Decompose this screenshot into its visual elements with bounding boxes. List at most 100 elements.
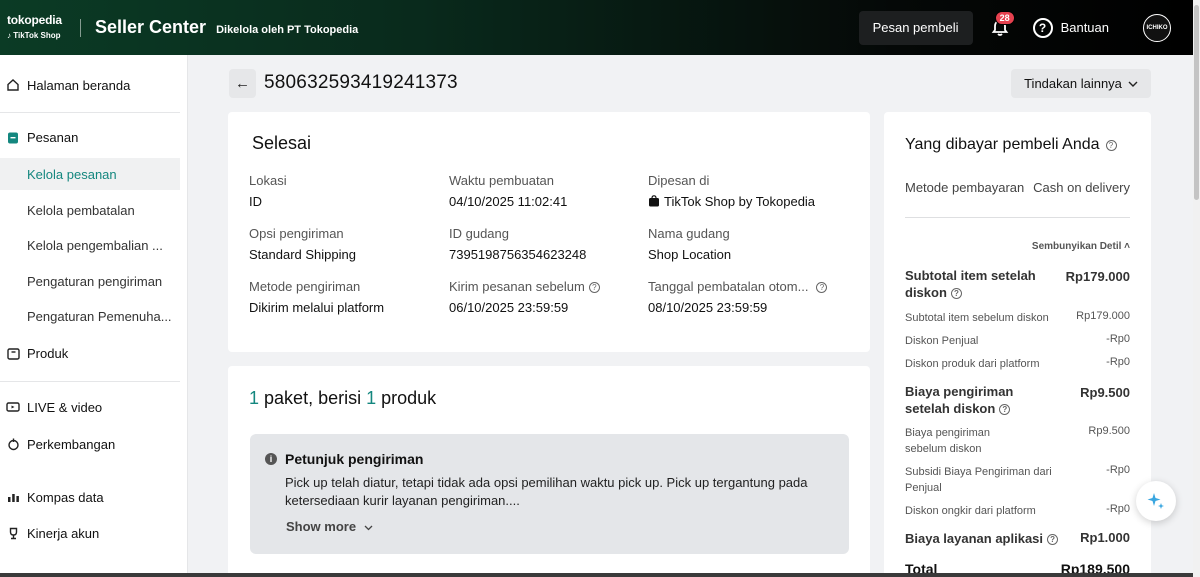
chevron-up-icon: ˄ xyxy=(1124,241,1130,252)
info-icon: i xyxy=(265,453,277,465)
shipping-after-discount-label: Biaya pengiriman setelah diskon? xyxy=(905,384,1014,416)
question-circle-icon[interactable]: ? xyxy=(950,288,962,299)
show-more-button[interactable]: Show more xyxy=(286,519,373,534)
chevron-down-icon xyxy=(364,525,373,531)
ai-assistant-button[interactable] xyxy=(1136,481,1176,521)
field-value-metode-pengiriman: Dikirim melalui platform xyxy=(249,300,385,315)
brand-logo[interactable]: tokopedia ♪ TikTok Shop xyxy=(0,0,80,55)
question-circle-icon[interactable]: ? xyxy=(816,282,828,293)
tokopedia-logo-text: tokopedia xyxy=(7,13,62,27)
field-label-waktu-pembuatan: Waktu pembuatan xyxy=(449,173,555,188)
bottom-taskbar-strip xyxy=(0,573,1193,577)
sidebar-item-label: Produk xyxy=(27,345,69,361)
question-circle-icon: ? xyxy=(1032,17,1053,38)
sidebar-item-products[interactable]: Produk xyxy=(0,337,180,369)
top-header: tokopedia ♪ TikTok Shop Seller Center Di… xyxy=(0,0,1193,55)
growth-icon xyxy=(6,437,20,451)
field-label-opsi-pengiriman: Opsi pengiriman xyxy=(249,226,344,241)
shipping-hint-title: Petunjuk pengiriman xyxy=(285,451,424,467)
sidebar-item-kelola-pengembalian[interactable]: Kelola pengembalian ... xyxy=(0,229,180,261)
notification-count-badge: 28 xyxy=(994,10,1015,25)
shipping-platform-discount-value: -Rp0 xyxy=(1106,503,1130,515)
sparkle-icon xyxy=(1147,493,1164,509)
page-title: 580632593419241373 xyxy=(264,72,458,93)
product-box-icon xyxy=(6,346,20,360)
order-info-card: Selesai Lokasi ID Waktu pembuatan 04/10/… xyxy=(228,112,870,352)
sidebar: Halaman beranda Pesanan Kelola pesanan K… xyxy=(0,55,188,577)
sidebar-item-label: Halaman beranda xyxy=(27,77,131,93)
sidebar-item-label: Kompas data xyxy=(27,489,104,505)
sidebar-item-performance[interactable]: Kinerja akun xyxy=(0,517,180,549)
field-label-id-gudang: ID gudang xyxy=(449,226,509,241)
sidebar-item-label: LIVE & video xyxy=(27,399,103,415)
home-icon xyxy=(6,78,20,92)
field-value-opsi-pengiriman: Standard Shipping xyxy=(249,247,356,262)
sidebar-item-home[interactable]: Halaman beranda xyxy=(0,69,180,101)
sidebar-item-kelola-pesanan[interactable]: Kelola pesanan xyxy=(0,158,180,190)
notification-bell-button[interactable]: 28 xyxy=(987,10,1015,41)
package-summary: 1 paket, berisi 1 produk xyxy=(249,388,437,408)
shipping-subsidy-value: -Rp0 xyxy=(1106,464,1130,476)
payment-title: Yang dibayar pembeli Anda? xyxy=(905,136,1117,154)
field-value-nama-gudang: Shop Location xyxy=(648,247,732,262)
help-label: Bantuan xyxy=(1060,20,1109,35)
seller-center-title: Seller Center xyxy=(95,17,207,37)
platform-discount-label: Diskon produk dari platform xyxy=(905,358,1040,370)
more-actions-dropdown[interactable]: Tindakan lainnya xyxy=(1011,69,1151,98)
shipping-hint-text: Pick up telah diatur, tetapi tidak ada o… xyxy=(285,475,808,508)
header-divider xyxy=(80,18,81,37)
shipping-hint-box: i Petunjuk pengiriman Pick up telah diat… xyxy=(250,434,849,554)
subtotal-after-discount-label: Subtotal item setelah diskon? xyxy=(905,268,1036,300)
bar-chart-icon xyxy=(6,490,20,504)
sidebar-item-compass[interactable]: Kompas data xyxy=(0,481,180,513)
more-actions-label: Tindakan lainnya xyxy=(1024,76,1122,91)
live-video-icon xyxy=(6,400,20,414)
question-circle-icon[interactable]: ? xyxy=(1047,534,1059,545)
shipping-after-discount-value: Rp9.500 xyxy=(1080,385,1130,400)
subtotal-before-discount-value: Rp179.000 xyxy=(1076,310,1130,322)
tiktok-shop-logo-text: ♪ TikTok Shop xyxy=(7,31,61,40)
field-label-nama-gudang: Nama gudang xyxy=(648,226,730,241)
subtotal-before-discount-label: Subtotal item sebelum diskon xyxy=(905,312,1049,324)
payment-card: Yang dibayar pembeli Anda? Metode pembay… xyxy=(884,112,1151,577)
trophy-icon xyxy=(6,526,20,540)
shipping-before-discount-label: Biaya pengiriman sebelum diskon xyxy=(905,427,990,455)
sidebar-item-pengaturan-pemenuhan[interactable]: Pengaturan Pemenuha... xyxy=(0,300,180,332)
payment-method-label: Metode pembayaran xyxy=(905,180,1025,195)
subtotal-after-discount-value: Rp179.000 xyxy=(1065,269,1130,284)
field-value-dipesan-di: TikTok Shop by Tokopedia xyxy=(648,194,815,209)
platform-discount-value: -Rp0 xyxy=(1106,356,1130,368)
sidebar-item-label: Pesanan xyxy=(27,129,79,145)
question-circle-icon[interactable]: ? xyxy=(588,282,600,293)
field-label-kirim-sebelum: Kirim pesanan sebelum? xyxy=(449,279,600,294)
sidebar-item-label: Kinerja akun xyxy=(27,525,100,541)
sidebar-item-orders[interactable]: Pesanan xyxy=(0,121,180,153)
shipping-before-discount-value: Rp9.500 xyxy=(1088,425,1130,437)
sidebar-item-growth[interactable]: Perkembangan xyxy=(0,428,180,460)
help-button[interactable]: ? Bantuan xyxy=(1032,17,1109,38)
seller-center-subtitle: Dikelola oleh PT Tokopedia xyxy=(216,23,359,36)
hide-detail-toggle[interactable]: Sembunyikan Detil ˄ xyxy=(1032,241,1130,252)
field-label-metode-pengiriman: Metode pengiriman xyxy=(249,279,361,294)
sidebar-item-live-video[interactable]: LIVE & video xyxy=(0,391,180,423)
sidebar-item-pengaturan-pengiriman[interactable]: Pengaturan pengiriman xyxy=(0,265,180,297)
avatar[interactable]: ICHIKO xyxy=(1143,13,1171,42)
question-circle-icon[interactable]: ? xyxy=(1105,140,1117,151)
payment-divider xyxy=(905,217,1130,218)
field-label-dipesan-di: Dipesan di xyxy=(648,173,710,188)
order-bag-icon xyxy=(6,130,20,144)
shipping-platform-discount-label: Diskon ongkir dari platform xyxy=(905,505,1036,517)
package-card: 1 paket, berisi 1 produk i Petunjuk peng… xyxy=(228,366,870,577)
question-circle-icon[interactable]: ? xyxy=(999,404,1011,415)
back-button[interactable]: ← xyxy=(229,69,256,98)
pesan-pembeli-button[interactable]: Pesan pembeli xyxy=(858,10,973,45)
service-fee-value: Rp1.000 xyxy=(1080,530,1130,545)
payment-method-value: Cash on delivery xyxy=(1033,180,1130,195)
sidebar-item-label: Perkembangan xyxy=(27,436,116,452)
sidebar-item-kelola-pembatalan[interactable]: Kelola pembatalan xyxy=(0,194,180,226)
sidebar-divider xyxy=(0,381,180,382)
order-status: Selesai xyxy=(252,133,312,153)
scrollbar-thumb[interactable] xyxy=(1194,5,1199,200)
field-label-tanggal-pembatalan: Tanggal pembatalan otom...? xyxy=(648,279,828,294)
field-value-id-gudang: 7395198756354623248 xyxy=(449,247,587,262)
